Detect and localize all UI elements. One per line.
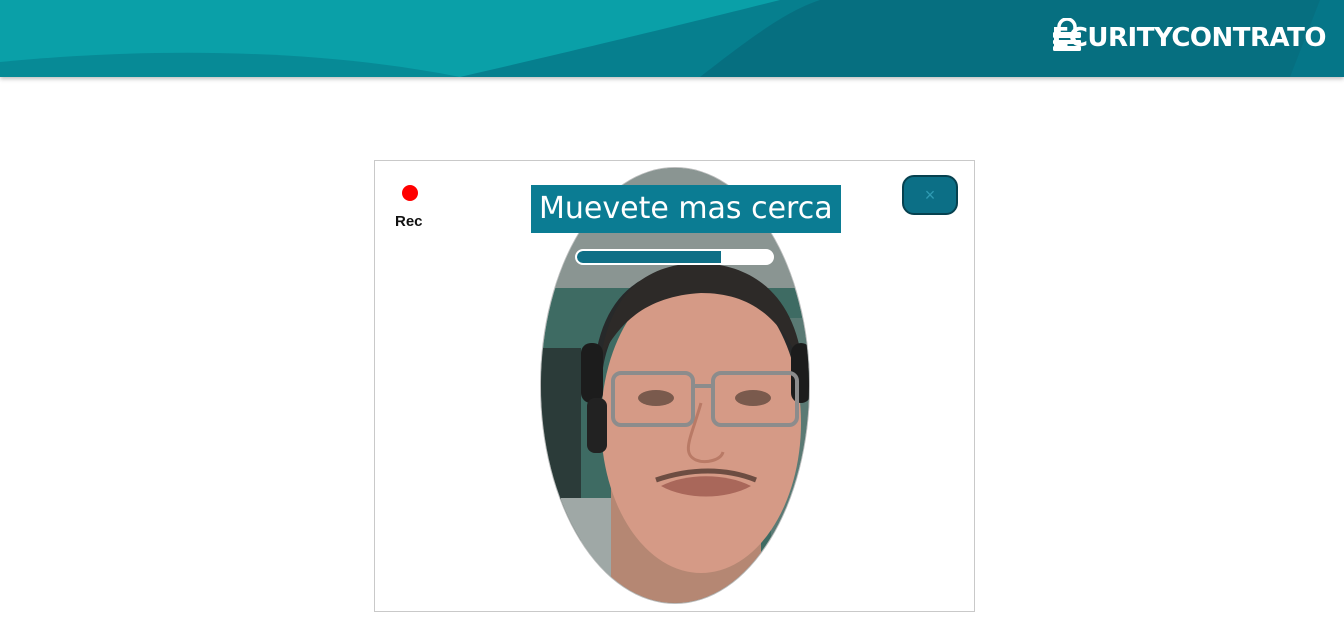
close-button[interactable]: ×: [902, 175, 958, 215]
capture-progress-bar: [575, 249, 774, 265]
lock-icon: [1052, 18, 1081, 51]
recording-indicator: [402, 185, 418, 201]
face-capture-panel: Rec Muevete mas cerca ×: [374, 160, 975, 612]
close-icon: ×: [924, 184, 936, 205]
brand-logo: ECURITYCONTRATO: [1051, 18, 1327, 58]
camera-feed: [541, 168, 809, 603]
app-header: ECURITYCONTRATO: [0, 0, 1344, 77]
instruction-message: Muevete mas cerca: [531, 185, 841, 233]
recording-label: Rec: [395, 213, 423, 230]
capture-progress-fill: [577, 251, 722, 263]
brand-name: ECURITYCONTRATO: [1051, 23, 1327, 53]
